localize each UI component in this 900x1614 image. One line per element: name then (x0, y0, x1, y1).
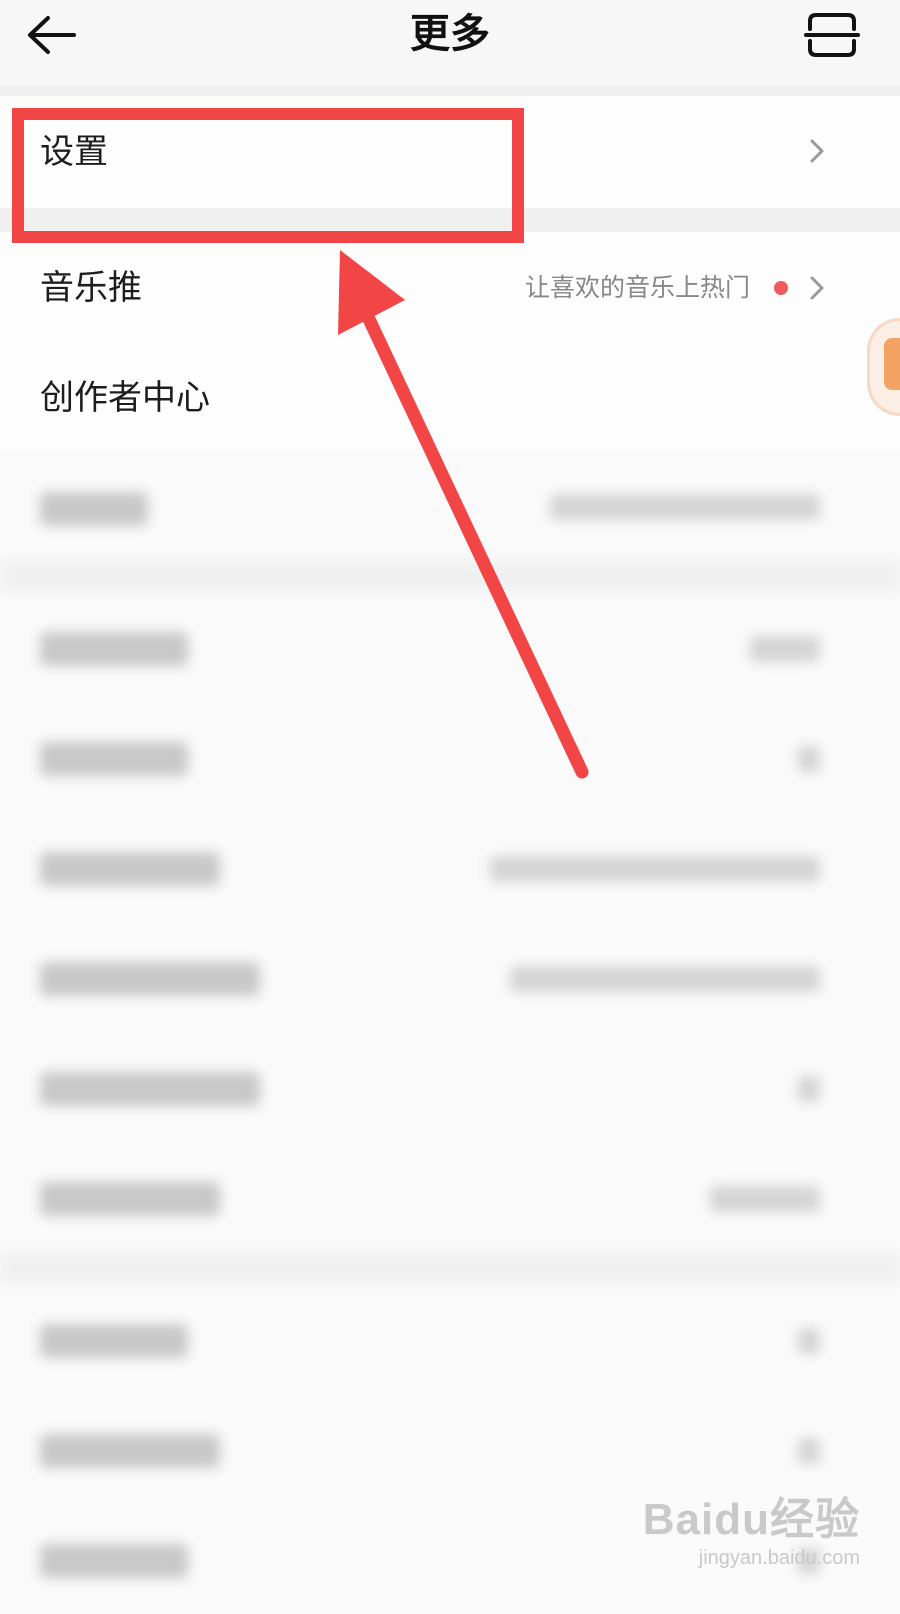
watermark-logo: Baidu经验 (642, 1495, 860, 1544)
annotation-arrow (338, 250, 589, 779)
watermark: Baidu经验 jingyan.baidu.com (643, 1483, 860, 1570)
watermark-url: jingyan.baidu.com (698, 1547, 860, 1569)
